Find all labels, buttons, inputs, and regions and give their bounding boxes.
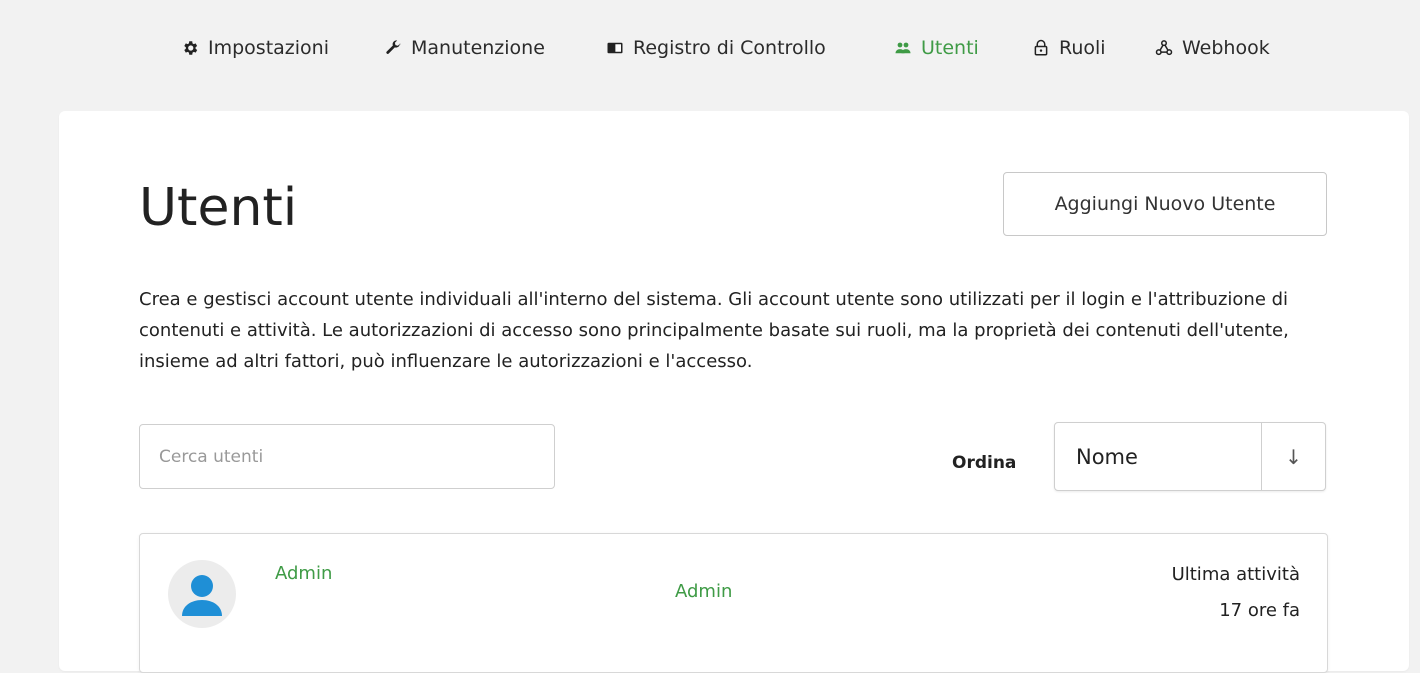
nav-item-ruoli[interactable]: Ruoli (1032, 34, 1106, 62)
page-description: Crea e gestisci account utente individua… (139, 289, 1289, 372)
webhook-icon (1155, 39, 1173, 57)
sort-select[interactable]: Nome (1055, 423, 1262, 490)
nav-item-label: Registro di Controllo (633, 37, 826, 59)
sort-control: Nome ↓ (1054, 422, 1326, 491)
lock-icon (1032, 39, 1050, 57)
nav-item-registro-di-controllo[interactable]: Registro di Controllo (606, 34, 826, 62)
add-user-button[interactable]: Aggiungi Nuovo Utente (1003, 172, 1327, 236)
user-name-link[interactable]: Admin (275, 563, 332, 584)
sort-direction-button[interactable]: ↓ (1262, 423, 1325, 490)
top-navigation: Impostazioni Manutenzione Registro di Co… (0, 0, 1420, 95)
avatar (168, 560, 236, 628)
gear-icon (181, 39, 199, 57)
nav-item-manutenzione[interactable]: Manutenzione (384, 34, 545, 62)
arrow-down-icon: ↓ (1285, 444, 1302, 469)
page-title: Utenti (139, 178, 298, 238)
users-card: Utenti Aggiungi Nuovo Utente Crea e gest… (59, 111, 1409, 673)
user-role-link[interactable]: Admin (675, 581, 732, 602)
nav-item-label: Impostazioni (208, 37, 329, 59)
last-activity-label: Ultima attività (1171, 564, 1300, 585)
search-input[interactable] (139, 424, 555, 489)
nav-item-label: Webhook (1182, 37, 1270, 59)
user-list-item[interactable]: Admin Admin Ultima attività 17 ore fa (139, 533, 1328, 673)
nav-item-utenti[interactable]: Utenti (894, 34, 979, 62)
user-avatar-icon (182, 575, 222, 616)
last-activity-value: 17 ore fa (1219, 600, 1300, 621)
wrench-icon (384, 39, 402, 57)
nav-item-label: Ruoli (1059, 37, 1106, 59)
book-icon (606, 39, 624, 57)
nav-item-impostazioni[interactable]: Impostazioni (181, 34, 329, 62)
users-icon (894, 39, 912, 57)
nav-item-label: Manutenzione (411, 37, 545, 59)
nav-item-webhook[interactable]: Webhook (1155, 34, 1270, 62)
sort-label: Ordina (952, 453, 1017, 473)
nav-item-label: Utenti (921, 37, 979, 59)
